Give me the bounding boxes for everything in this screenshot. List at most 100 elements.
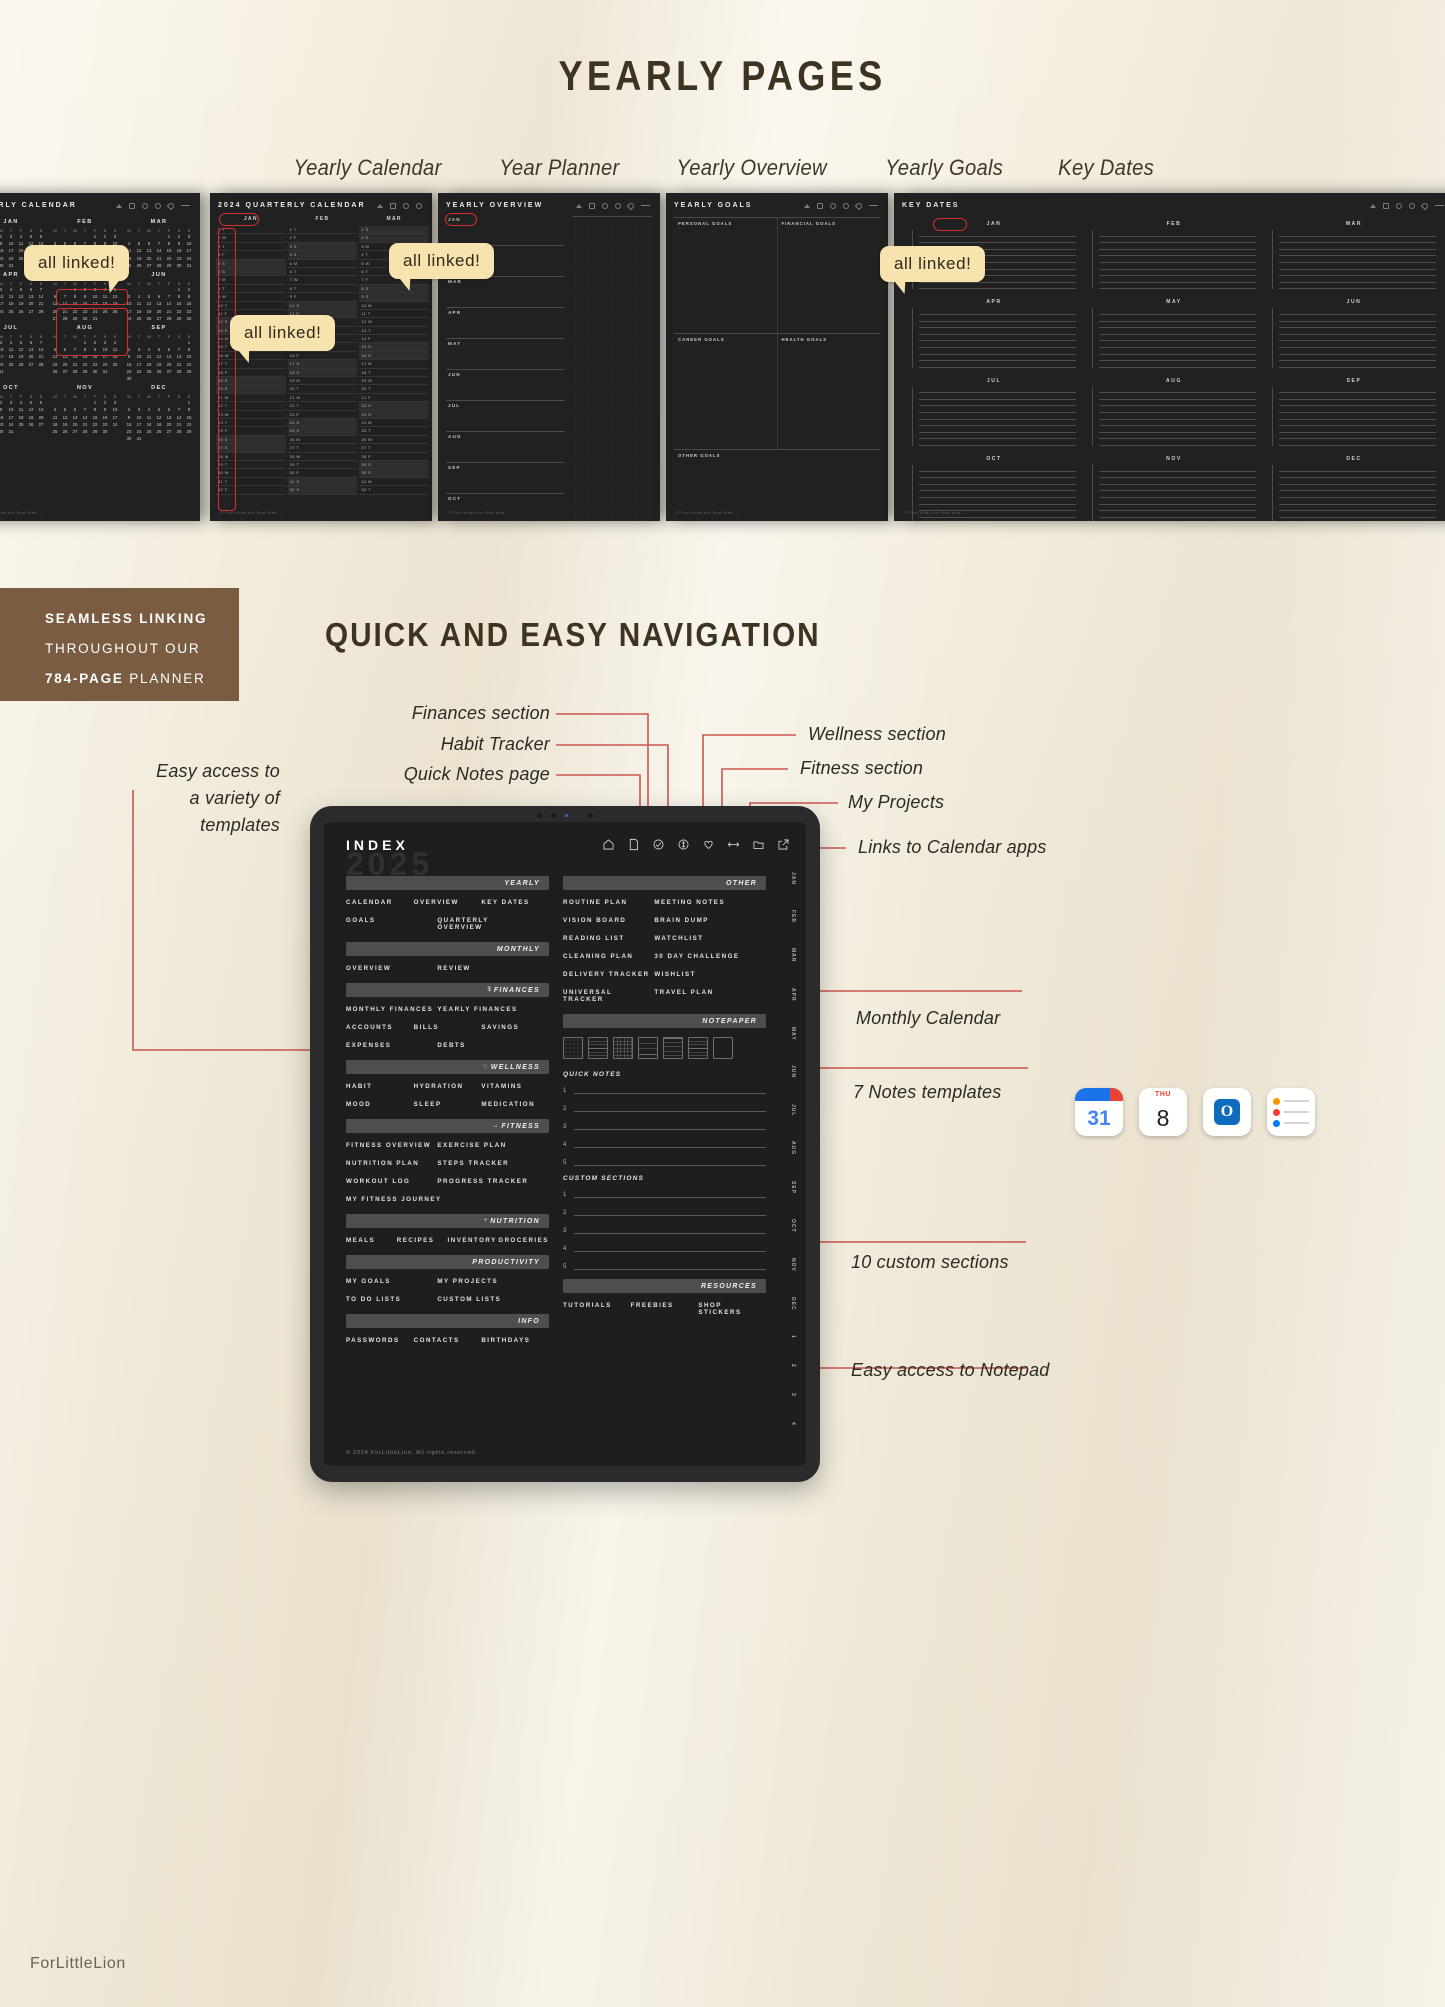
- notepaper-template-7[interactable]: [713, 1037, 733, 1059]
- index-link-medication[interactable]: MEDICATION: [481, 1101, 549, 1108]
- apple-calendar-icon[interactable]: THU 8: [1139, 1088, 1187, 1136]
- index-link-my-projects[interactable]: MY PROJECTS: [437, 1278, 528, 1285]
- wellness-icon[interactable]: [854, 201, 864, 210]
- index-link-accounts[interactable]: ACCOUNTS: [346, 1024, 414, 1031]
- quarterly-day-row[interactable]: 4 S: [287, 251, 358, 260]
- page-icon[interactable]: [817, 202, 823, 209]
- quarterly-day-row[interactable]: 29 S: [359, 460, 430, 470]
- quarterly-day-row[interactable]: 8 T: [287, 285, 358, 294]
- custom-section-row[interactable]: 4: [563, 1243, 766, 1252]
- month-rail-apr[interactable]: APR: [790, 988, 796, 1002]
- index-link-recipes[interactable]: RECIPES: [397, 1237, 448, 1244]
- key-dates-line[interactable]: [1099, 237, 1256, 244]
- key-dates-line[interactable]: [1279, 270, 1436, 277]
- key-dates-line[interactable]: [1099, 276, 1256, 283]
- mini-calendar-sep[interactable]: SEP M T W T F S S 1 2 3 4 5 6 7 8 9 10 11 12 13 14 15 16 17 18 19 2…: [124, 325, 194, 382]
- quarterly-day-row[interactable]: 28 F: [359, 453, 430, 461]
- key-dates-line[interactable]: [1099, 355, 1256, 362]
- index-link-freebies[interactable]: FREEBIES: [631, 1302, 699, 1316]
- key-dates-line[interactable]: [919, 439, 1076, 447]
- index-link-bills[interactable]: BILLS: [414, 1024, 482, 1031]
- key-dates-line[interactable]: [1099, 433, 1256, 440]
- mini-calendar-jun[interactable]: JUN M T W T F S S 1 2 3 4 5 6 7 8 9 10 11 12 13 14 15 16 17 18 19 2…: [124, 272, 194, 322]
- key-dates-line[interactable]: [1279, 511, 1436, 518]
- key-dates-line[interactable]: [1279, 315, 1436, 322]
- key-dates-line[interactable]: [1279, 256, 1436, 263]
- quarterly-day-row[interactable]: 14 F: [359, 335, 430, 344]
- key-dates-month-aug[interactable]: AUG: [1092, 378, 1256, 447]
- key-dates-line[interactable]: [1099, 505, 1256, 512]
- key-dates-lines[interactable]: [912, 308, 1076, 368]
- key-dates-line[interactable]: [919, 283, 1076, 290]
- key-dates-line[interactable]: [919, 485, 1076, 492]
- quick-note-input-line[interactable]: [574, 1103, 766, 1112]
- index-link-hydration[interactable]: HYDRATION: [414, 1083, 482, 1090]
- month-rail-jan[interactable]: JAN: [790, 872, 796, 885]
- key-dates-lines[interactable]: [1272, 465, 1436, 521]
- key-dates-line[interactable]: [1099, 498, 1256, 505]
- key-dates-line[interactable]: [1279, 433, 1436, 440]
- reminders-icon[interactable]: [1267, 1088, 1315, 1136]
- quarterly-day-row[interactable]: 29 T: [287, 461, 358, 470]
- key-dates-month-dec[interactable]: DEC: [1272, 456, 1436, 521]
- finances-icon[interactable]: [843, 202, 849, 209]
- key-dates-line[interactable]: [919, 478, 1076, 485]
- quarterly-day-row[interactable]: 7 W: [287, 276, 358, 285]
- key-dates-line[interactable]: [1099, 256, 1256, 263]
- key-dates-line[interactable]: [1279, 400, 1436, 407]
- key-dates-month-label[interactable]: MAR: [1272, 221, 1436, 227]
- quick-note-input-line[interactable]: [574, 1139, 766, 1148]
- index-link-savings[interactable]: SAVINGS: [481, 1024, 549, 1031]
- key-dates-month-nov[interactable]: NOV: [1092, 456, 1256, 521]
- key-dates-line[interactable]: [1279, 348, 1436, 355]
- month-rail-1[interactable]: 1: [790, 1335, 796, 1339]
- index-link-overview[interactable]: OVERVIEW: [346, 965, 437, 972]
- page-icon[interactable]: [129, 202, 135, 209]
- index-link-review[interactable]: REVIEW: [437, 965, 528, 972]
- quarterly-day-row[interactable]: 9 S: [359, 293, 430, 302]
- quarterly-day-row[interactable]: 13 T: [359, 327, 430, 336]
- overview-write-line[interactable]: [446, 408, 566, 432]
- custom-section-input-line[interactable]: [574, 1243, 766, 1252]
- index-link-fitness-overview[interactable]: FITNESS OVERVIEW: [346, 1142, 437, 1149]
- finances-icon[interactable]: [1409, 202, 1415, 209]
- month-rail-dec[interactable]: DEC: [790, 1297, 796, 1311]
- key-dates-line[interactable]: [919, 328, 1076, 335]
- key-dates-line[interactable]: [919, 420, 1076, 427]
- quarterly-day-row[interactable]: 31 S: [287, 477, 358, 487]
- custom-section-input-line[interactable]: [574, 1189, 766, 1198]
- key-dates-line[interactable]: [919, 361, 1076, 368]
- index-link-cleaning-plan[interactable]: CLEANING PLAN: [563, 953, 654, 960]
- quarterly-day-row[interactable]: 21 W: [287, 394, 358, 403]
- key-dates-line[interactable]: [1279, 283, 1436, 290]
- key-dates-lines[interactable]: [1272, 230, 1436, 290]
- index-link-travel-plan[interactable]: TRAVEL PLAN: [654, 989, 745, 1003]
- index-link-key-dates[interactable]: KEY DATES: [481, 899, 549, 906]
- key-dates-line[interactable]: [919, 518, 1076, 521]
- habit-icon[interactable]: [403, 202, 409, 209]
- key-dates-line[interactable]: [1279, 485, 1436, 492]
- quarterly-day-row[interactable]: 21 F: [359, 394, 430, 403]
- key-dates-line[interactable]: [1099, 426, 1256, 433]
- key-dates-line[interactable]: [1099, 439, 1256, 447]
- key-dates-line[interactable]: [1099, 250, 1256, 257]
- index-link-shop-stickers[interactable]: SHOP STICKERS: [698, 1302, 766, 1316]
- quarterly-day-row[interactable]: 23 S: [359, 410, 430, 419]
- quarterly-day-row[interactable]: 18 T: [359, 369, 430, 378]
- month-rail-4[interactable]: 4: [790, 1422, 796, 1426]
- page-icon[interactable]: [1383, 202, 1389, 209]
- key-dates-line[interactable]: [1099, 315, 1256, 322]
- quick-note-row[interactable]: 5: [563, 1157, 766, 1166]
- overview-month-may[interactable]: MAY: [446, 339, 565, 346]
- index-link-goals[interactable]: GOALS: [346, 917, 437, 931]
- quarterly-day-row[interactable]: 5 M: [287, 260, 358, 268]
- key-dates-line[interactable]: [919, 348, 1076, 355]
- page-toolbar[interactable]: [1370, 201, 1444, 210]
- overview-month-apr[interactable]: APR: [446, 308, 565, 315]
- quarterly-day-row[interactable]: 10 M: [359, 302, 430, 310]
- index-link-sleep[interactable]: SLEEP: [414, 1101, 482, 1108]
- quarterly-day-row[interactable]: 28 W: [287, 453, 358, 461]
- index-link-passwords[interactable]: PASSWORDS: [346, 1337, 414, 1344]
- finances-icon[interactable]: [677, 838, 690, 851]
- key-dates-line[interactable]: [1279, 426, 1436, 433]
